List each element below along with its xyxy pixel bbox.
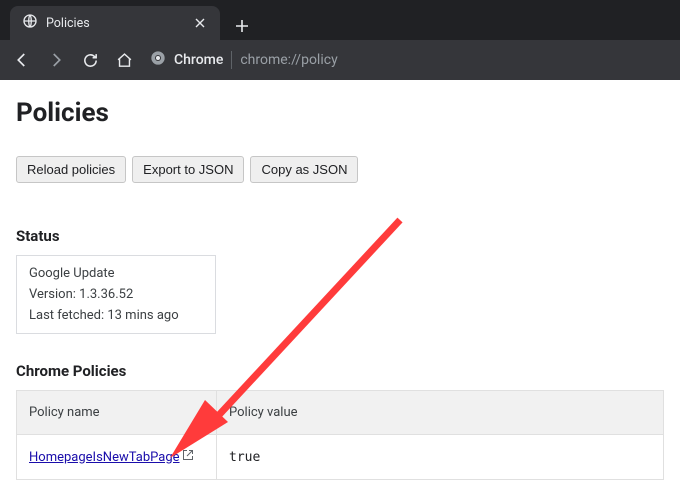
browser-tab[interactable]: Policies: [10, 6, 220, 40]
page-title: Policies: [16, 98, 664, 128]
policy-value-cell: true: [217, 435, 664, 480]
back-button[interactable]: [8, 46, 36, 74]
export-json-button[interactable]: Export to JSON: [132, 156, 244, 183]
reload-policies-button[interactable]: Reload policies: [16, 156, 126, 183]
chrome-icon: [150, 50, 166, 70]
address-bar[interactable]: Chrome chrome://policy: [144, 50, 672, 70]
table-header-row: Policy name Policy value: [17, 391, 664, 435]
new-tab-button[interactable]: [228, 12, 256, 40]
action-buttons: Reload policies Export to JSON Copy as J…: [16, 156, 664, 183]
home-button[interactable]: [110, 46, 138, 74]
external-link-icon: [182, 449, 194, 465]
close-tab-button[interactable]: [192, 15, 208, 31]
tab-title: Policies: [46, 16, 90, 31]
reload-button[interactable]: [76, 46, 104, 74]
status-heading: Status: [16, 227, 664, 245]
status-version: Version: 1.3.36.52: [29, 287, 203, 302]
copy-json-button[interactable]: Copy as JSON: [250, 156, 358, 183]
table-row: HomepageIsNewTabPage true: [17, 435, 664, 480]
status-box-title: Google Update: [29, 266, 203, 281]
globe-icon: [22, 13, 38, 33]
policy-name-text: HomepageIsNewTabPage: [29, 450, 180, 465]
status-last-fetched: Last fetched: 13 mins ago: [29, 308, 203, 323]
browser-toolbar: Chrome chrome://policy: [0, 40, 680, 80]
col-policy-value: Policy value: [217, 391, 664, 435]
policies-table: Policy name Policy value HomepageIsNewTa…: [16, 390, 664, 480]
col-policy-name: Policy name: [17, 391, 217, 435]
forward-button[interactable]: [42, 46, 70, 74]
status-box: Google Update Version: 1.3.36.52 Last fe…: [16, 255, 216, 334]
policy-name-link[interactable]: HomepageIsNewTabPage: [29, 449, 194, 465]
omnibox-divider: [231, 51, 232, 69]
policy-page: Policies Reload policies Export to JSON …: [0, 80, 680, 498]
url-scheme-label: Chrome: [174, 52, 223, 68]
browser-chrome: Policies Chrome chrome://policy: [0, 0, 680, 80]
url-text: chrome://policy: [240, 52, 337, 68]
chrome-policies-heading: Chrome Policies: [16, 362, 664, 380]
tab-strip: Policies: [0, 0, 680, 40]
